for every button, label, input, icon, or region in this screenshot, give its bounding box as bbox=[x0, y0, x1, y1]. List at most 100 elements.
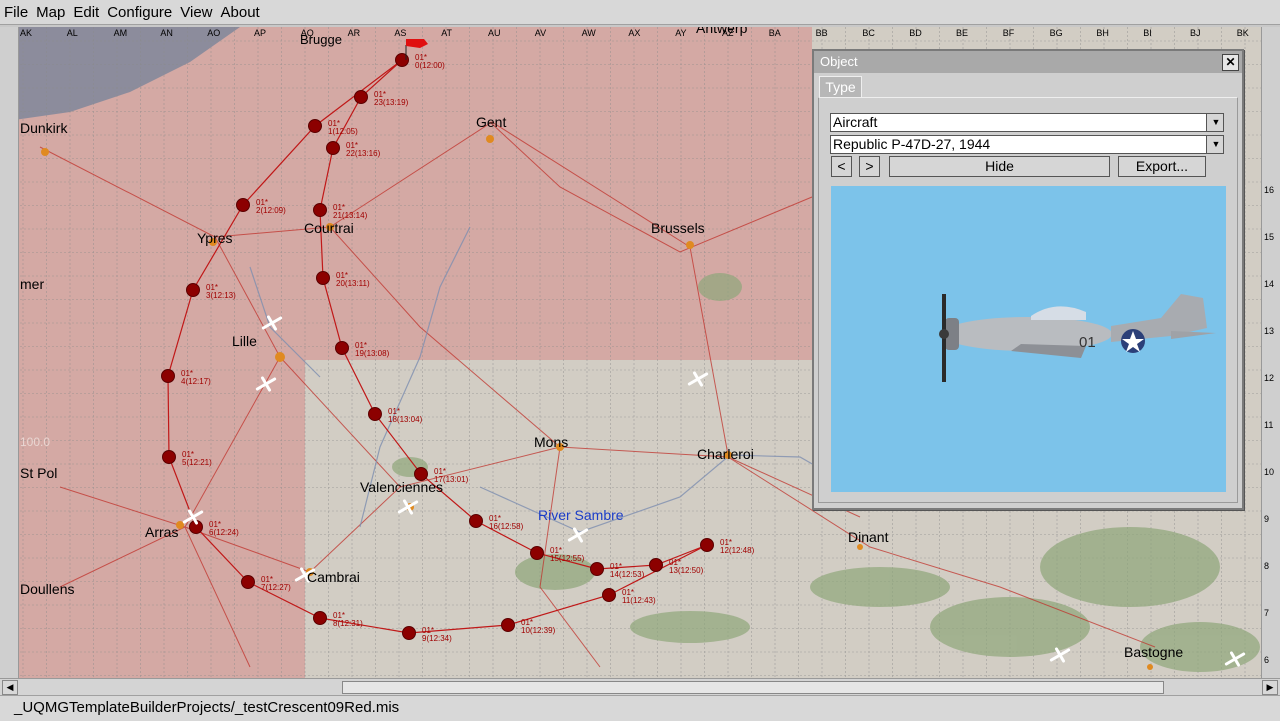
waypoint-marker[interactable] bbox=[649, 558, 663, 572]
city-label: Arras bbox=[145, 524, 179, 540]
grid-row-label: 8 bbox=[1264, 561, 1270, 571]
city-label: St Pol bbox=[20, 465, 58, 481]
waypoint-label: 01* 6(12:24) bbox=[209, 520, 239, 537]
waypoint-marker[interactable] bbox=[313, 611, 327, 625]
scroll-right-button[interactable]: ▶ bbox=[1262, 680, 1278, 695]
waypoint-marker[interactable] bbox=[308, 119, 322, 133]
city-label: Courtrai bbox=[304, 220, 354, 236]
waypoint-marker[interactable] bbox=[501, 618, 515, 632]
waypoint-label: 01* 5(12:21) bbox=[182, 450, 212, 467]
grid-column-label: AU bbox=[488, 28, 501, 38]
red-territory bbox=[0, 27, 812, 678]
waypoint-marker[interactable] bbox=[162, 450, 176, 464]
river-label: River Sambre bbox=[538, 507, 624, 523]
city-label: mer bbox=[20, 276, 45, 292]
menu-view[interactable]: View bbox=[176, 4, 216, 21]
waypoint-label: 01* 2(12:09) bbox=[256, 198, 286, 215]
grid-column-label: AN bbox=[160, 28, 173, 38]
grid-column-label: AS bbox=[394, 28, 407, 38]
waypoint-label: 01* 9(12:34) bbox=[422, 626, 452, 643]
waypoint-marker[interactable] bbox=[316, 271, 330, 285]
grid-column-label: AT bbox=[441, 28, 453, 38]
horizontal-scrollbar[interactable]: ◀ ▶ bbox=[0, 678, 1280, 695]
city-label: Charleroi bbox=[697, 446, 754, 462]
chevron-down-icon[interactable]: ▼ bbox=[1206, 136, 1223, 153]
grid-column-label: BB bbox=[815, 28, 828, 38]
right-ruler: 16 15 14 13 12 11 10 9 8 7 6 bbox=[1261, 27, 1280, 678]
waypoint-label: 01* 11(12:43) bbox=[622, 588, 656, 605]
status-bar: _UQMGTemplateBuilderProjects/_testCresce… bbox=[0, 695, 1280, 721]
object-dialog: Object ✕ Type Aircraft ▼ Republic P-47D-… bbox=[812, 49, 1244, 510]
grid-row-label: 7 bbox=[1264, 608, 1270, 618]
next-button[interactable]: > bbox=[859, 156, 880, 177]
scroll-thumb[interactable] bbox=[342, 681, 1164, 694]
menu-edit[interactable]: Edit bbox=[69, 4, 103, 21]
menu-about[interactable]: About bbox=[217, 4, 264, 21]
city-label: Mons bbox=[534, 434, 569, 450]
menu-configure[interactable]: Configure bbox=[103, 4, 176, 21]
grid-column-label: BC bbox=[862, 28, 875, 38]
grid-column-label: BG bbox=[1049, 28, 1063, 38]
waypoint-label: 01* 13(12:50) bbox=[669, 558, 704, 575]
chevron-down-icon[interactable]: ▼ bbox=[1206, 114, 1223, 131]
waypoint-marker[interactable] bbox=[354, 90, 368, 104]
menu-file[interactable]: File bbox=[0, 4, 32, 21]
faded-value-label: 100.0 bbox=[20, 435, 51, 449]
export-button[interactable]: Export... bbox=[1118, 156, 1206, 177]
waypoint-marker[interactable] bbox=[313, 203, 327, 217]
waypoint-marker[interactable] bbox=[590, 562, 604, 576]
waypoint-marker[interactable] bbox=[602, 588, 616, 602]
waypoint-marker[interactable] bbox=[236, 198, 250, 212]
tab-type[interactable]: Type bbox=[819, 76, 862, 98]
waypoint-marker[interactable] bbox=[326, 141, 340, 155]
city-label: Dinant bbox=[848, 529, 889, 545]
grid-column-label: AY bbox=[675, 28, 687, 38]
grid-column-label: BH bbox=[1096, 28, 1109, 38]
waypoint-marker[interactable] bbox=[161, 369, 175, 383]
aircraft-preview: 01 bbox=[831, 186, 1226, 492]
status-file-path: _UQMGTemplateBuilderProjects/_testCresce… bbox=[14, 699, 400, 716]
grid-row-label: 10 bbox=[1264, 467, 1275, 477]
waypoint-marker[interactable] bbox=[335, 341, 349, 355]
grid-column-label: AR bbox=[347, 28, 361, 38]
city-label: Dunkirk bbox=[20, 120, 68, 136]
waypoint-marker[interactable] bbox=[469, 514, 483, 528]
aircraft-image: 01 bbox=[939, 294, 1216, 382]
waypoint-marker[interactable] bbox=[241, 575, 255, 589]
waypoint-marker[interactable] bbox=[395, 53, 409, 67]
grid-column-label: BJ bbox=[1190, 28, 1201, 38]
waypoint-label: 01* 15(12:55) bbox=[550, 546, 585, 563]
city-label: Antwerp bbox=[696, 27, 748, 36]
dialog-titlebar[interactable]: Object ✕ bbox=[814, 51, 1242, 73]
grid-column-label: AV bbox=[534, 28, 547, 38]
hide-button[interactable]: Hide bbox=[889, 156, 1110, 177]
waypoint-marker[interactable] bbox=[186, 283, 200, 297]
waypoint-marker[interactable] bbox=[402, 626, 416, 640]
waypoint-label: 01* 12(12:48) bbox=[720, 538, 755, 555]
previous-button[interactable]: < bbox=[831, 156, 852, 177]
grid-column-label: BI bbox=[1143, 28, 1152, 38]
grid-row-label: 12 bbox=[1264, 373, 1275, 383]
object-type-select[interactable]: Aircraft ▼ bbox=[830, 113, 1224, 132]
dialog-title: Object bbox=[820, 54, 858, 69]
waypoint-label: 01* 7(12:27) bbox=[261, 575, 291, 592]
waypoint-label: 01* 14(12:53) bbox=[610, 562, 645, 579]
close-icon[interactable]: ✕ bbox=[1222, 54, 1239, 71]
waypoint-label: 01* 21(13:14) bbox=[333, 203, 368, 220]
aircraft-icon bbox=[397, 499, 419, 515]
waypoint-label: 01* 20(13:11) bbox=[336, 271, 370, 288]
waypoint-label: 01* 23(13:19) bbox=[374, 90, 409, 107]
waypoint-marker[interactable] bbox=[368, 407, 382, 421]
waypoint-label: 01* 17(13:01) bbox=[434, 467, 469, 484]
aircraft-model-select[interactable]: Republic P-47D-27, 1944 ▼ bbox=[830, 135, 1224, 154]
aircraft-code-label: 01 bbox=[1079, 334, 1096, 351]
grid-row-label: 16 bbox=[1264, 185, 1275, 195]
aircraft-model-value: Republic P-47D-27, 1944 bbox=[833, 136, 991, 152]
scroll-left-button[interactable]: ◀ bbox=[2, 680, 18, 695]
waypoint-marker[interactable] bbox=[530, 546, 544, 560]
grid-column-label: AW bbox=[581, 28, 596, 38]
waypoint-label: 01* 0(12:00) bbox=[415, 53, 445, 70]
waypoint-marker[interactable] bbox=[700, 538, 714, 552]
menu-map[interactable]: Map bbox=[32, 4, 69, 21]
grid-column-label: AP bbox=[254, 28, 267, 38]
